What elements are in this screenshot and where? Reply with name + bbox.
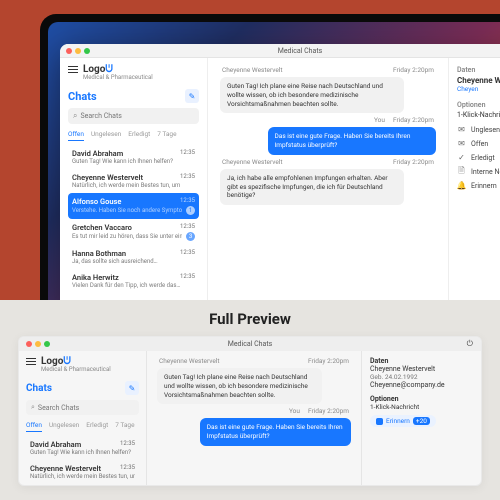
chat-item[interactable]: Gretchen Vaccaro12:35 Es tut mir leid zu… — [68, 219, 199, 245]
msg-time: Friday 2:20pm — [393, 158, 434, 166]
search-icon: ⌕ — [73, 111, 77, 121]
menu-icon[interactable] — [68, 66, 78, 73]
option-item[interactable]: 🗎Interne Notiz — [457, 167, 500, 176]
search-input[interactable]: ⌕ — [68, 108, 199, 124]
tab-ungelesen[interactable]: Ungelesen — [91, 130, 121, 141]
preview-window: Medical Chats ⏻ Logoᕫ Medical & Pharmace… — [18, 336, 482, 486]
titlebar: Medical Chats — [60, 44, 500, 58]
chat-item[interactable]: David Abraham12:35 Guten Tag! Wie kann i… — [68, 145, 199, 169]
reminder-count: +20 — [413, 417, 430, 425]
conversation-panel: Cheyenne Westervelt Friday 2:20pm Guten T… — [208, 58, 448, 300]
menu-icon[interactable] — [26, 358, 36, 365]
patient-email[interactable]: Cheyen — [457, 85, 500, 93]
zoom-icon[interactable] — [84, 48, 90, 54]
erledigt-icon: ✓ — [457, 153, 466, 162]
info-panel: Daten Cheyenne Westervelt Cheyen Optione… — [448, 58, 500, 300]
minimize-icon[interactable] — [75, 48, 81, 54]
option-item[interactable]: ✉Unglesen — [457, 125, 500, 134]
chat-item[interactable]: Hanna Bothman12:35 Ja, das sollte sich a… — [68, 245, 199, 269]
option-item[interactable]: 🔔Erinnern — [457, 181, 500, 190]
outgoing-message: Das ist eine gute Frage. Haben Sie berei… — [268, 127, 436, 155]
option-item[interactable]: ✉Offen — [457, 139, 500, 148]
reminder-pill[interactable]: Erinnern +20 — [370, 415, 436, 427]
msg-time: Friday 2:20pm — [393, 66, 434, 74]
sidebar: Logoᕫ Medical & Pharmaceutical Chats ✎ ⌕ — [60, 58, 208, 300]
full-preview-heading: Full Preview — [18, 310, 482, 328]
section-daten: Daten — [457, 66, 500, 74]
unread-badge: 1 — [186, 206, 195, 215]
search-icon: ⌕ — [31, 403, 35, 412]
quick-message-label: 1-Klick-Nachricht — [457, 111, 500, 119]
search-input[interactable]: ⌕ — [26, 400, 139, 415]
close-icon[interactable] — [66, 48, 72, 54]
chat-tabs: Offen Ungelesen Erledigt 7 Tage — [68, 130, 199, 141]
tab-erledigt[interactable]: Erledigt — [128, 130, 150, 141]
msg-sender: Cheyenne Westervelt — [222, 66, 283, 74]
option-item[interactable]: ✓Erledigt — [457, 153, 500, 162]
traffic-lights[interactable] — [66, 48, 90, 54]
chat-item[interactable]: Cheyenne Westervelt12:35 Natürlich, ich … — [68, 169, 199, 193]
tab-offen[interactable]: Offen — [68, 130, 84, 141]
window-title: Medical Chats — [278, 47, 323, 55]
chat-item[interactable]: Anika Herwitz12:35 Vielen Dank für den T… — [68, 269, 199, 293]
app-window: Medical Chats Logoᕫ Medical & Pharmaceut… — [60, 44, 500, 300]
section-optionen: Optionen — [457, 101, 500, 109]
chats-heading: Chats — [68, 90, 97, 103]
patient-name: Cheyenne Westervelt — [457, 76, 500, 85]
unglesen-icon: ✉ — [457, 125, 466, 134]
compose-button[interactable]: ✎ — [185, 89, 199, 103]
offen-icon: ✉ — [457, 139, 466, 148]
minimize-icon[interactable] — [35, 341, 41, 347]
patient-email[interactable]: Cheyenne@company.de — [370, 381, 473, 389]
preview-info-panel: Daten Cheyenne Westervelt Geb. 24.02.199… — [361, 351, 481, 485]
square-icon — [376, 418, 383, 425]
chat-item[interactable]: Cheyenne Westervelt12:35 Natürlich, ich … — [26, 460, 139, 484]
zoom-icon[interactable] — [44, 341, 50, 347]
preview-titlebar: Medical Chats ⏻ — [19, 337, 481, 351]
unread-badge: 3 — [186, 232, 195, 241]
desktop-wallpaper: Medical Chats Logoᕫ Medical & Pharmaceut… — [48, 22, 500, 300]
msg-time: Friday 2:20pm — [393, 116, 434, 124]
laptop-frame: Medical Chats Logoᕫ Medical & Pharmaceut… — [40, 14, 500, 300]
msg-sender: Cheyenne Westervelt — [222, 158, 283, 166]
close-icon[interactable] — [26, 341, 32, 347]
incoming-message: Ja, ich habe alle empfohlenen Impfungen … — [220, 169, 404, 205]
incoming-message: Guten Tag! Ich plane eine Reise nach Deu… — [220, 77, 404, 113]
interne notiz-icon: 🗎 — [457, 167, 466, 176]
tab-7tage[interactable]: 7 Tage — [157, 130, 176, 141]
power-icon[interactable]: ⏻ — [467, 339, 473, 349]
erinnern-icon: 🔔 — [457, 181, 466, 190]
brand-subtitle: Medical & Pharmaceutical — [83, 74, 199, 81]
preview-sidebar: Logoᕫ Medical & Pharmaceutical Chats✎ ⌕ … — [19, 351, 147, 485]
msg-sender: You — [374, 116, 385, 124]
preview-conversation: Cheyenne WesterveltFriday 2:20pm Guten T… — [147, 351, 361, 485]
chat-item[interactable]: Alfonso Gouse12:35 Verstehe. Haben Sie n… — [68, 193, 199, 219]
chat-item[interactable]: David Abraham12:35 Guten Tag! Wie kann i… — [26, 436, 139, 460]
compose-button[interactable]: ✎ — [125, 381, 139, 395]
traffic-lights[interactable] — [26, 341, 50, 347]
